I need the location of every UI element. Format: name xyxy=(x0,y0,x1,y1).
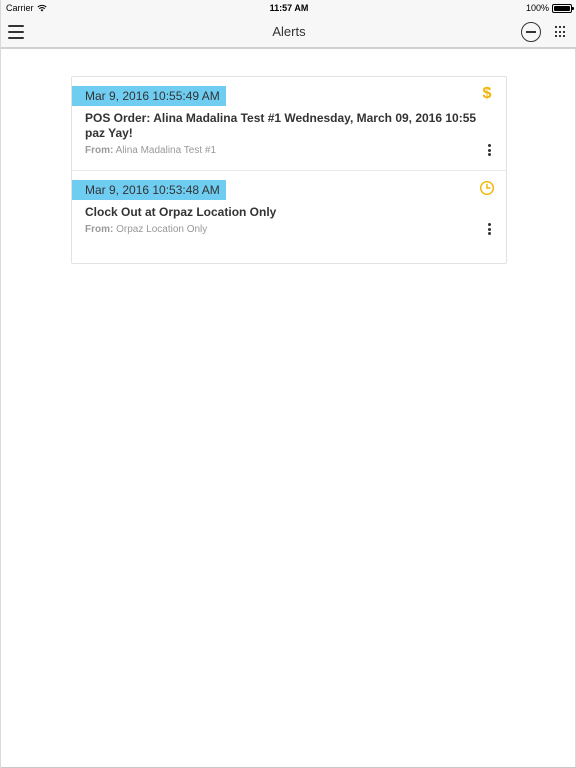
battery-indicator: 100% xyxy=(525,3,574,13)
status-time: 11:57 AM xyxy=(269,3,309,13)
alert-from: From: Orpaz Location Only xyxy=(85,224,207,235)
status-bar: Carrier 11:57 AM 100% xyxy=(1,0,576,16)
alert-date: Mar 9, 2016 10:55:49 AM xyxy=(72,86,226,106)
more-options-icon[interactable] xyxy=(488,144,492,156)
alert-title: POS Order: Alina Madalina Test #1 Wednes… xyxy=(85,111,477,140)
from-label: From: xyxy=(85,224,114,235)
from-label: From: xyxy=(85,145,114,156)
alert-item[interactable]: Mar 9, 2016 10:53:48 AM Clock Out at Orp… xyxy=(72,170,506,263)
alert-item[interactable]: Mar 9, 2016 10:55:49 AM $ POS Order: Ali… xyxy=(72,77,506,170)
page-title: Alerts xyxy=(272,24,306,39)
alert-list: Mar 9, 2016 10:55:49 AM $ POS Order: Ali… xyxy=(71,76,507,264)
battery-icon xyxy=(552,3,574,13)
grid-dots-icon[interactable] xyxy=(555,26,567,38)
more-options-icon[interactable] xyxy=(488,223,492,235)
alert-from: From: Alina Madalina Test #1 xyxy=(85,145,216,156)
alert-title: Clock Out at Orpaz Location Only xyxy=(85,205,277,219)
battery-percent: 100% xyxy=(525,3,549,13)
from-value: Alina Madalina Test #1 xyxy=(115,145,217,156)
alert-date: Mar 9, 2016 10:53:48 AM xyxy=(72,180,226,200)
minus-circle-icon[interactable] xyxy=(521,22,541,42)
from-value: Orpaz Location Only xyxy=(116,224,208,235)
clock-icon xyxy=(479,180,495,196)
navigation-bar: Alerts xyxy=(1,16,576,49)
dollar-icon: $ xyxy=(482,85,492,102)
